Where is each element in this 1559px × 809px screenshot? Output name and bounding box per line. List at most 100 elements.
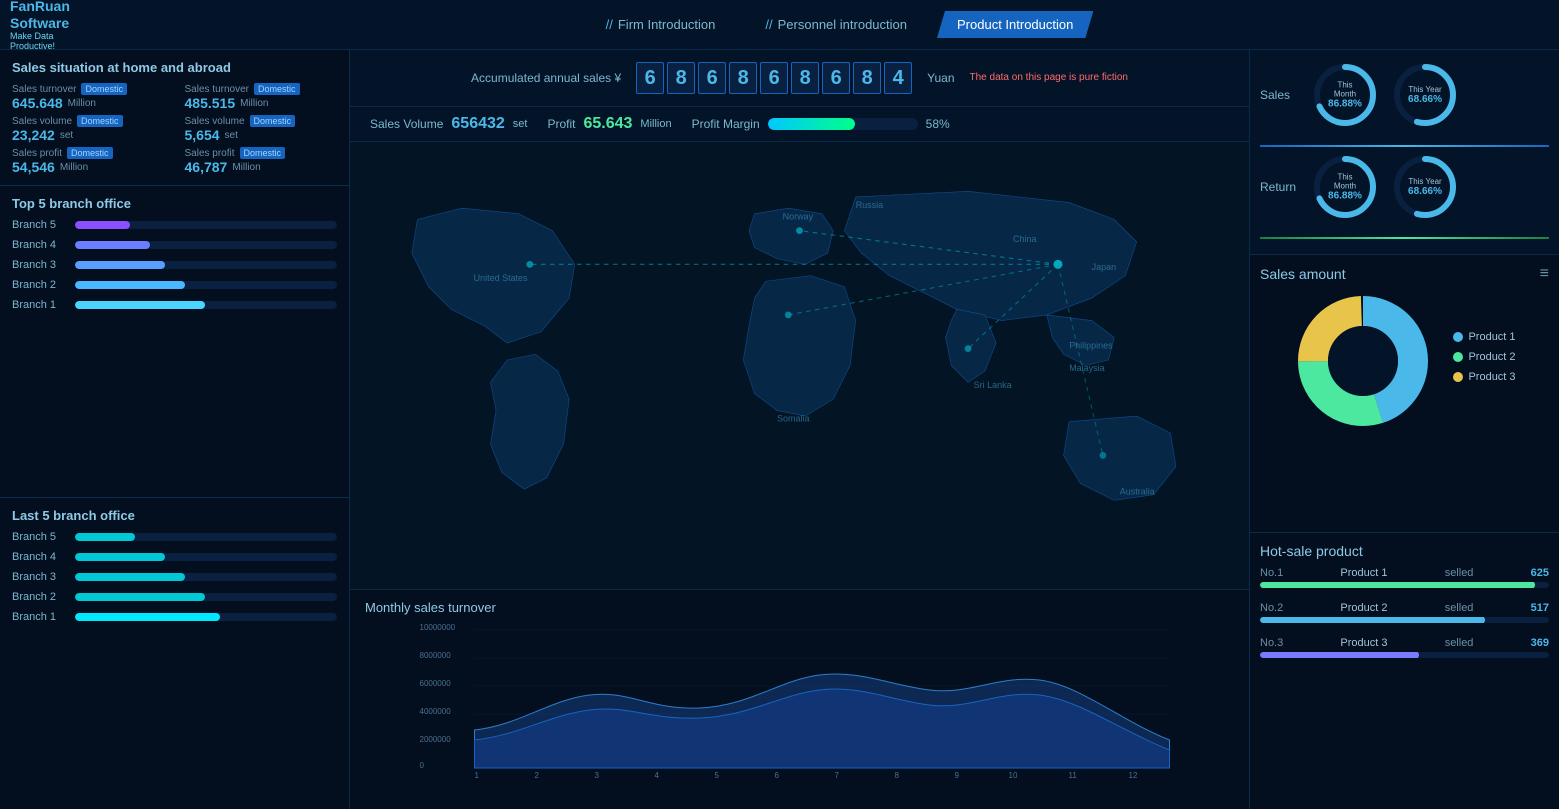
stat-sales-profit-2: Sales profit Domestic 46,787 Million bbox=[185, 147, 338, 175]
monthly-chart-title: Monthly sales turnover bbox=[365, 600, 1234, 615]
stat-badge-4: Domestic bbox=[250, 115, 296, 127]
branch-bar-top5-3: Branch 3 bbox=[12, 259, 337, 271]
gauges-section: Sales This Month 86.88% bbox=[1250, 50, 1559, 255]
hot-item-3: No.3 Product 3 selled 369 bbox=[1260, 637, 1549, 658]
svg-text:Norway: Norway bbox=[783, 211, 814, 221]
svg-text:6: 6 bbox=[775, 771, 780, 780]
bar-track bbox=[75, 613, 337, 621]
hot-bar-dot-2 bbox=[1477, 617, 1485, 623]
branch-bar-last5-2: Branch 4 bbox=[12, 551, 337, 563]
stat-sales-volume-2: Sales volume Domestic 5,654 set bbox=[185, 115, 338, 143]
stat-sales-turnover-domestic: Sales turnover Domestic 645.648 Million bbox=[12, 83, 165, 111]
svg-text:4000000: 4000000 bbox=[420, 707, 452, 716]
nav-tab-personnel[interactable]: Personnel introduction bbox=[745, 11, 927, 38]
hot-bar-dot-3 bbox=[1411, 652, 1419, 658]
nav-tab-product[interactable]: Product Introduction bbox=[937, 11, 1093, 38]
bar-fill bbox=[75, 281, 185, 289]
digit-8: 4 bbox=[884, 62, 912, 94]
gauge-row-sales: Sales This Month 86.88% bbox=[1260, 60, 1549, 130]
hot-no-2: No.2 bbox=[1260, 602, 1283, 614]
metric-sv-value: 656432 bbox=[451, 115, 504, 133]
svg-text:10000000: 10000000 bbox=[420, 623, 456, 632]
bar-track bbox=[75, 241, 337, 249]
svg-text:China: China bbox=[1013, 234, 1036, 244]
svg-text:Malaysia: Malaysia bbox=[1069, 363, 1104, 373]
stat-label-4: Sales volume bbox=[185, 116, 245, 127]
hot-selled-2: selled bbox=[1445, 602, 1474, 614]
legend-product2: Product 2 bbox=[1453, 351, 1515, 363]
hot-item-header-1: No.1 Product 1 selled 625 bbox=[1260, 567, 1549, 579]
stat-unit-6: Million bbox=[232, 162, 260, 173]
gauge-text-month-return: This Month 86.88% bbox=[1328, 173, 1363, 202]
nav-tab-firm[interactable]: Firm Introduction bbox=[586, 11, 736, 38]
svg-text:Sri Lanka: Sri Lanka bbox=[974, 380, 1012, 390]
digit-6: 6 bbox=[822, 62, 850, 94]
hot-no-3: No.3 bbox=[1260, 637, 1283, 649]
branch-label: Branch 1 bbox=[12, 299, 67, 311]
branch-label: Branch 5 bbox=[12, 219, 67, 231]
donut-area: Product 1 Product 2 Product 3 bbox=[1260, 291, 1549, 431]
branch-label: Branch 4 bbox=[12, 551, 67, 563]
menu-icon[interactable]: ≡ bbox=[1540, 265, 1549, 283]
monthly-chart-area: Monthly sales turnover 10000000 8000000 … bbox=[350, 589, 1249, 809]
svg-text:10: 10 bbox=[1009, 771, 1018, 780]
digit-3: 8 bbox=[729, 62, 757, 94]
legend-product3: Product 3 bbox=[1453, 371, 1515, 383]
bar-fill bbox=[75, 221, 130, 229]
digit-1: 8 bbox=[667, 62, 695, 94]
stat-badge-1: Domestic bbox=[81, 83, 127, 95]
sales-amount-title: Sales amount bbox=[1260, 266, 1346, 282]
bar-fill bbox=[75, 261, 165, 269]
donut-legend: Product 1 Product 2 Product 3 bbox=[1453, 331, 1515, 391]
hot-selled-3: selled bbox=[1445, 637, 1474, 649]
hot-product-3: Product 3 bbox=[1340, 637, 1387, 649]
hot-item-1: No.1 Product 1 selled 625 bbox=[1260, 567, 1549, 588]
metric-m-label: Profit Margin bbox=[692, 117, 760, 131]
return-divider bbox=[1260, 237, 1549, 239]
branch-label: Branch 2 bbox=[12, 279, 67, 291]
svg-text:Russia: Russia bbox=[856, 200, 883, 210]
svg-text:11: 11 bbox=[1069, 771, 1078, 780]
stats-grid: Sales turnover Domestic 645.648 Million … bbox=[12, 83, 337, 175]
hot-product-2: Product 2 bbox=[1340, 602, 1387, 614]
svg-text:Australia: Australia bbox=[1120, 487, 1155, 497]
gauge-month2-label: This Month bbox=[1328, 173, 1363, 191]
svg-text:6000000: 6000000 bbox=[420, 679, 452, 688]
sales-divider bbox=[1260, 145, 1549, 147]
svg-text:1: 1 bbox=[475, 771, 480, 780]
gauge-row-return: Return This Month 86.88% bbox=[1260, 152, 1549, 222]
hot-bar-track-3 bbox=[1260, 652, 1549, 658]
stat-value-6: 46,787 bbox=[185, 159, 228, 175]
hot-count-1: 625 bbox=[1531, 567, 1549, 579]
gauge-this-month-return: This Month 86.88% bbox=[1310, 152, 1380, 222]
hot-no-1: No.1 bbox=[1260, 567, 1283, 579]
gauge-year2-value: 68.66% bbox=[1408, 186, 1442, 197]
branch-bar-last5-3: Branch 3 bbox=[12, 571, 337, 583]
bar-track bbox=[75, 593, 337, 601]
last5-section: Last 5 branch office Branch 5 Branch 4 B… bbox=[0, 497, 349, 809]
bar-track bbox=[75, 573, 337, 581]
branch-label: Branch 2 bbox=[12, 591, 67, 603]
branch-bar-last5-1: Branch 5 bbox=[12, 531, 337, 543]
svg-text:2: 2 bbox=[535, 771, 540, 780]
metric-profit: Profit 65.643 Million bbox=[547, 115, 671, 133]
branch-label: Branch 4 bbox=[12, 239, 67, 251]
legend-product1: Product 1 bbox=[1453, 331, 1515, 343]
stat-unit-3: set bbox=[60, 130, 73, 141]
header: FanRuan Software Make Data Productive! F… bbox=[0, 0, 1559, 50]
svg-text:3: 3 bbox=[595, 771, 600, 780]
sales-amount-section: Sales amount ≡ Product 1 bbox=[1250, 255, 1559, 533]
top5-title: Top 5 branch office bbox=[12, 196, 337, 211]
hot-bar-track-2 bbox=[1260, 617, 1549, 623]
stat-value-5: 54,546 bbox=[12, 159, 55, 175]
bar-fill bbox=[75, 613, 220, 621]
top5-section: Top 5 branch office Branch 5 Branch 4 Br… bbox=[0, 186, 349, 497]
svg-text:8: 8 bbox=[895, 771, 900, 780]
yuan-label: Yuan bbox=[927, 71, 954, 85]
legend-label-p1: Product 1 bbox=[1468, 331, 1515, 343]
gauge-year-value: 68.66% bbox=[1408, 94, 1442, 105]
metric-p-unit: Million bbox=[640, 118, 671, 130]
gauge-year2-label: This Year bbox=[1408, 177, 1442, 186]
stat-unit-5: Million bbox=[60, 162, 88, 173]
digit-display: 6 8 6 8 6 8 6 8 4 bbox=[636, 62, 912, 94]
